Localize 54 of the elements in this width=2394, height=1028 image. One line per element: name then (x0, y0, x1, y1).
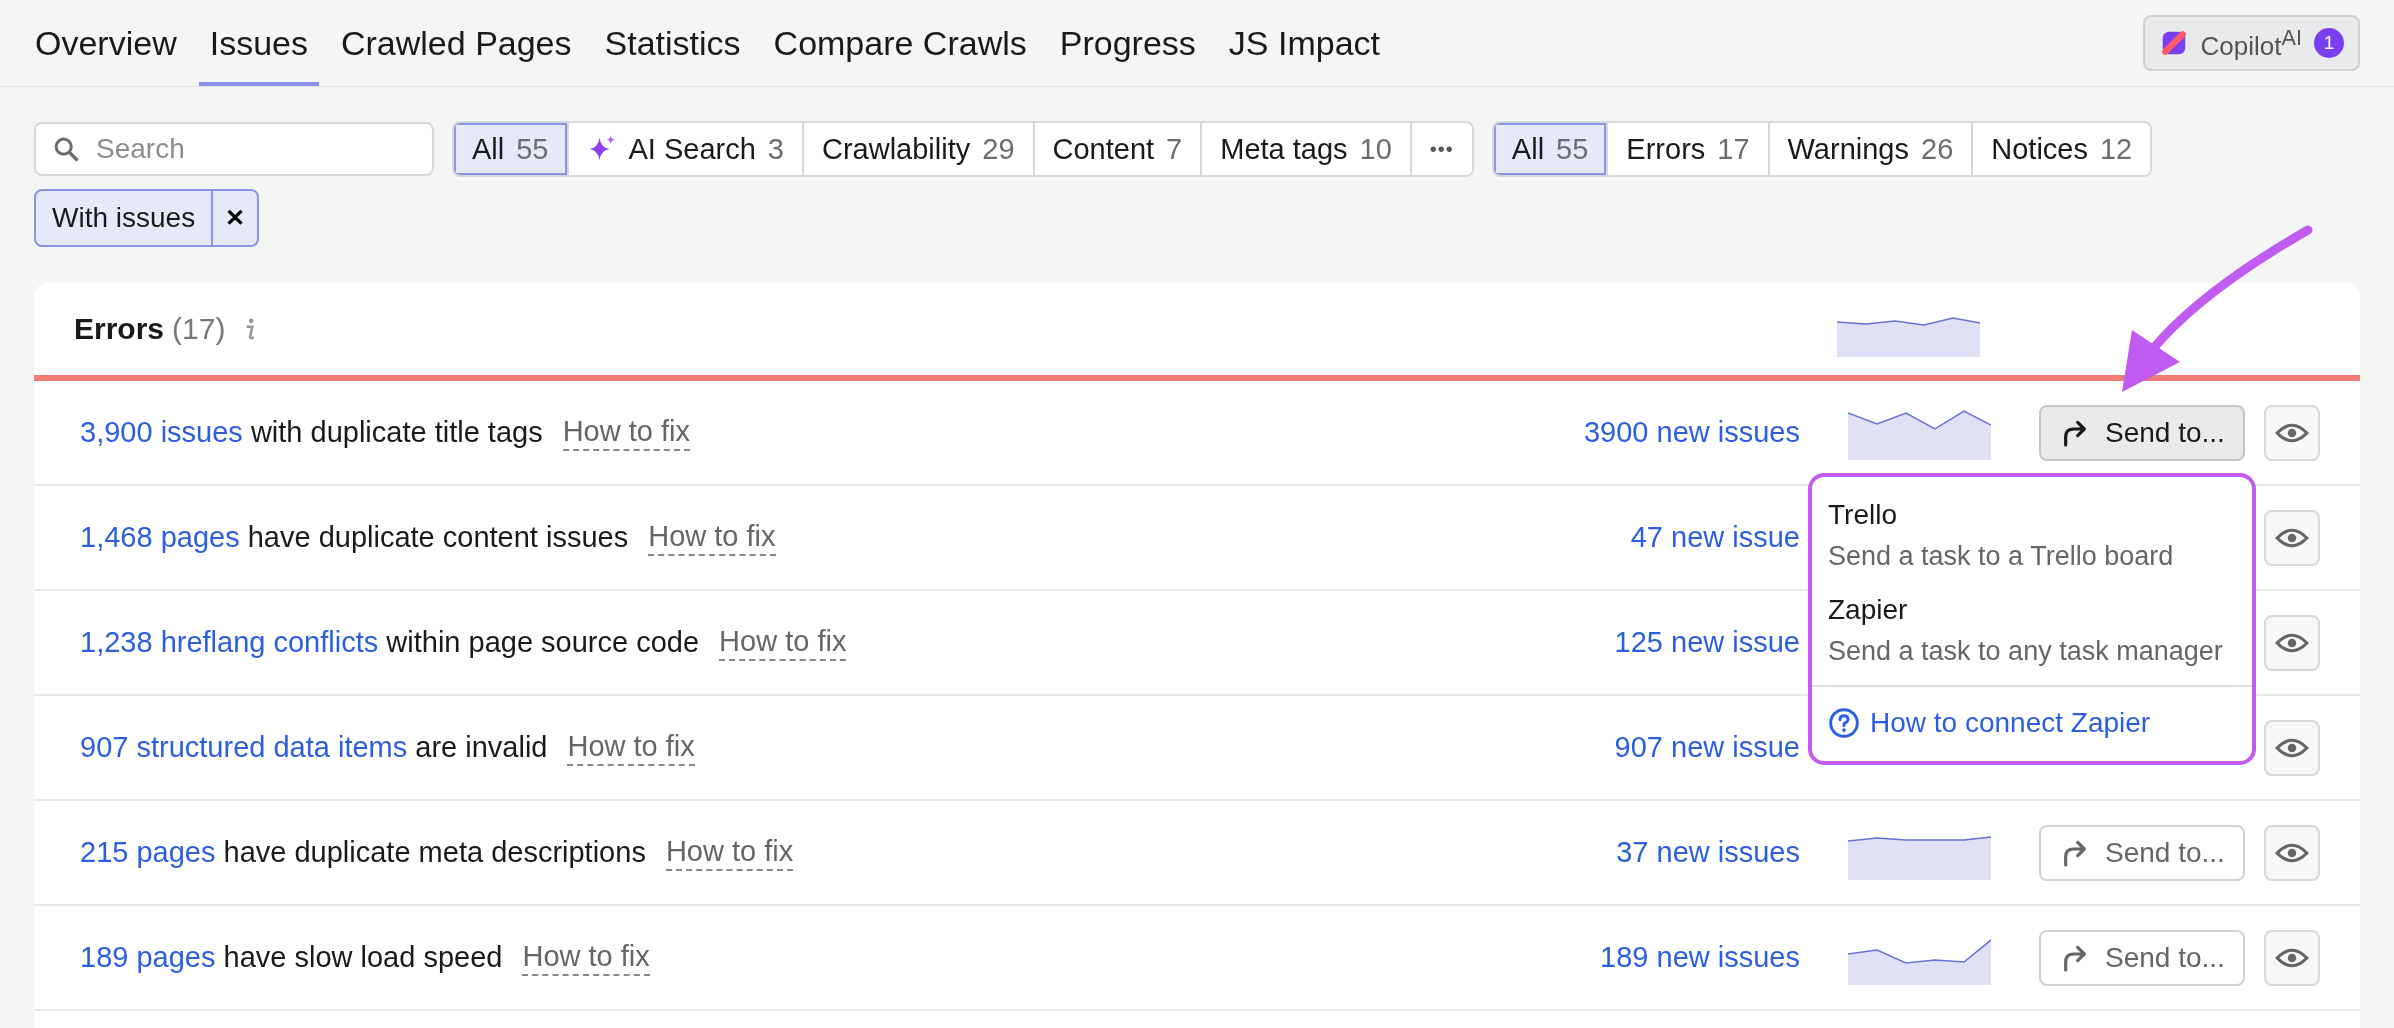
visibility-button[interactable] (2264, 824, 2320, 881)
send-to-button[interactable]: Send to... (2039, 404, 2245, 461)
issue-description: 1,238 hreflang conflicts within page source code (80, 626, 700, 659)
visibility-button[interactable] (2264, 614, 2320, 671)
new-issues-link[interactable]: 125 new issue (1614, 626, 1800, 659)
search-field[interactable]: Search (34, 122, 434, 176)
how-to-fix-link[interactable]: How to fix (648, 519, 776, 556)
error-count: (17) (172, 312, 226, 346)
issue-link[interactable]: 189 pages (80, 941, 216, 973)
new-issues-link[interactable]: 907 new issue (1614, 731, 1800, 764)
issue-link[interactable]: 3,900 issues (80, 416, 243, 448)
help-link[interactable]: How to connect Zapier (1812, 687, 2252, 761)
issue-description: 189 pages have slow load speed (80, 941, 503, 974)
how-to-fix-link[interactable]: How to fix (719, 624, 847, 661)
copilot-button[interactable]: Copilot$^{AI}$ 1 (2142, 15, 2360, 71)
new-issues-link[interactable]: 3900 new issues (1583, 416, 1800, 449)
visibility-button[interactable] (2264, 404, 2320, 461)
issue-description: 3,900 issues with duplicate title tags (80, 416, 543, 449)
nav-tab[interactable]: JS Impact (1217, 0, 1391, 86)
new-issues-link[interactable]: 37 new issues (1616, 836, 1800, 869)
dropdown-item[interactable]: Trello Send a task to a Trello board (1812, 491, 2252, 586)
how-to-fix-link[interactable]: How to fix (665, 834, 794, 871)
severity-filter[interactable]: All 55 (1493, 123, 1609, 175)
visibility-button[interactable] (2264, 719, 2320, 776)
nav-tab[interactable]: Progress (1048, 0, 1207, 86)
issue-description: 1,468 pages have duplicate content issues (80, 521, 629, 554)
send-to-button[interactable]: Send to... (2039, 824, 2245, 881)
new-issues-link[interactable]: 189 new issues (1600, 941, 1800, 974)
visibility-button[interactable] (2264, 509, 2320, 566)
how-to-fix-link[interactable]: How to fix (522, 939, 650, 976)
search-input[interactable]: Search (94, 132, 416, 166)
nav-tab[interactable]: Compare Crawls (762, 0, 1038, 86)
issue-description: 907 structured data items are invalid (80, 731, 548, 764)
how-to-fix-link[interactable]: How to fix (562, 414, 690, 451)
issue-description: 215 pages have duplicate meta descriptions (80, 836, 646, 869)
issue-link[interactable]: 1,468 pages (80, 521, 240, 553)
remove-filter-button[interactable]: ✕ (211, 191, 258, 245)
panel-title: Errors (74, 312, 165, 346)
issue-link[interactable]: 907 structured data items (80, 731, 408, 763)
how-to-fix-link[interactable]: How to fix (567, 729, 695, 766)
new-issues-link[interactable]: 47 new issue (1630, 521, 1800, 554)
nav-tab[interactable]: Statistics (593, 0, 752, 86)
issue-link[interactable]: 215 pages (80, 836, 216, 868)
nav-tab[interactable]: Crawled Pages (329, 0, 583, 86)
send-to-button[interactable]: Send to... (2039, 929, 2245, 986)
category-filter[interactable]: All 55 (454, 123, 569, 175)
visibility-button[interactable] (2264, 929, 2320, 986)
dropdown-item[interactable]: Zapier Send a task to any task manager (1812, 586, 2252, 681)
help-icon (1828, 707, 1860, 739)
filter-label: With issues (51, 201, 197, 235)
nav-tab[interactable]: Overview (24, 0, 188, 86)
search-icon (52, 135, 80, 163)
issue-link[interactable]: 1,238 hreflang conflicts (80, 626, 379, 658)
nav-tab[interactable]: Issues (198, 0, 319, 86)
